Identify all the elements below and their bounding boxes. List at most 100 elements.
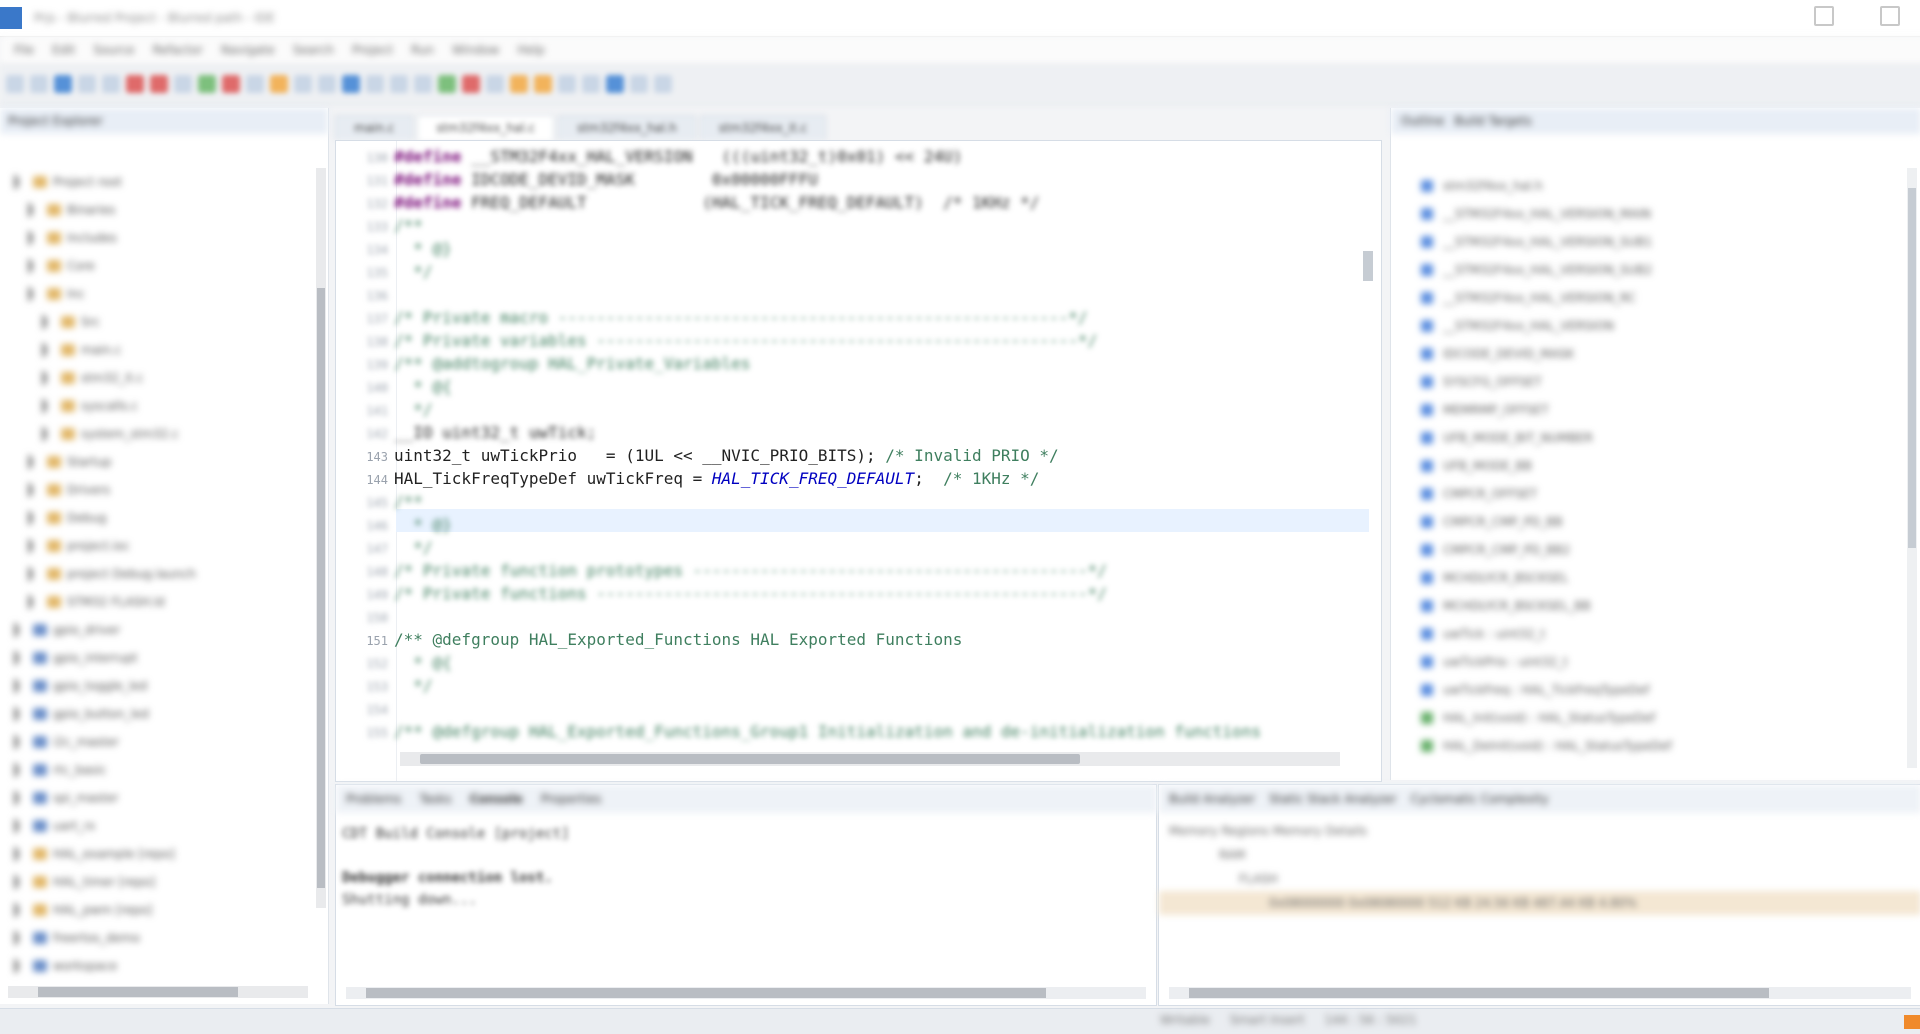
outline-item[interactable]: __STM32F4xx_HAL_VERSION_SUB1 [1421, 228, 1672, 256]
tree-item[interactable]: Inc [0, 280, 312, 308]
outline-item[interactable]: SYSCFG_OFFSET [1421, 368, 1672, 396]
expand-arrow-icon[interactable] [28, 454, 41, 470]
console-tab[interactable]: Tasks [419, 792, 451, 806]
expand-arrow-icon[interactable] [14, 930, 27, 946]
console-tab[interactable]: Console [469, 792, 522, 806]
expand-arrow-icon[interactable] [14, 902, 27, 918]
tree-item[interactable]: Project root [0, 168, 312, 196]
notification-icon[interactable] [1904, 1015, 1920, 1029]
editor-tab[interactable]: stm32f4xx_hal.h [558, 115, 696, 140]
tree-item[interactable]: workspace [0, 952, 312, 980]
outline-item[interactable]: __STM32F4xx_HAL_VERSION_SUB2 [1421, 256, 1672, 284]
tree-item[interactable]: STM32 FLASH.ld [0, 588, 312, 616]
expand-arrow-icon[interactable] [28, 566, 41, 582]
expand-arrow-icon[interactable] [14, 678, 27, 694]
editor-tab[interactable]: stm32f4xx_hal.c [417, 115, 555, 140]
expand-arrow-icon[interactable] [42, 426, 55, 442]
console-horizontal-scrollbar[interactable] [346, 987, 1146, 999]
expand-arrow-icon[interactable] [42, 398, 55, 414]
tree-item[interactable]: Binaries [0, 196, 312, 224]
expand-arrow-icon[interactable] [14, 650, 27, 666]
tree-item[interactable]: Src [0, 308, 312, 336]
toolbar-button-icon[interactable] [342, 75, 360, 93]
analyzer-tab[interactable]: Cyclomatic Complexity [1411, 792, 1549, 806]
toolbar-button-icon[interactable] [246, 75, 264, 93]
toolbar-button-icon[interactable] [534, 75, 552, 93]
outline-item[interactable]: uwTick : uint32_t [1421, 620, 1672, 648]
build-analyzer-horizontal-scrollbar[interactable] [1169, 987, 1911, 999]
tree-item[interactable]: Includes [0, 224, 312, 252]
toolbar-button-icon[interactable] [78, 75, 96, 93]
tree-item[interactable]: Startup [0, 448, 312, 476]
toolbar-button-icon[interactable] [510, 75, 528, 93]
toolbar-button-icon[interactable] [174, 75, 192, 93]
code-editor[interactable]: 130 #define __STM32F4xx_HAL_VERSION (((ui… [335, 140, 1382, 782]
project-explorer-tab[interactable]: Project Explorer [0, 108, 328, 134]
outline-item[interactable]: UFB_MODE_BB [1421, 452, 1672, 480]
outline-item[interactable]: MEMRMP_OFFSET [1421, 396, 1672, 424]
outline-item[interactable]: uwTickPrio : uint32_t [1421, 648, 1672, 676]
expand-arrow-icon[interactable] [14, 734, 27, 750]
expand-arrow-icon[interactable] [14, 846, 27, 862]
toolbar-button-icon[interactable] [630, 75, 648, 93]
console-tab[interactable]: Problems [346, 792, 401, 806]
outline-item[interactable]: __STM32F4xx_HAL_VERSION_MAIN [1421, 200, 1672, 228]
expand-arrow-icon[interactable] [28, 482, 41, 498]
menu-item-run[interactable]: Run [411, 43, 434, 57]
tree-item[interactable]: Core [0, 252, 312, 280]
expand-arrow-icon[interactable] [14, 818, 27, 834]
outline-item[interactable]: MCHDLYCR_BSCKSEL_BB [1421, 592, 1672, 620]
tree-item[interactable]: HAL_example [repo] [0, 840, 312, 868]
tree-item[interactable]: rtc_basic [0, 756, 312, 784]
toolbar-button-icon[interactable] [318, 75, 336, 93]
tree-item[interactable]: project Debug.launch [0, 560, 312, 588]
code-text[interactable]: 130 #define __STM32F4xx_HAL_VERSION (((ui… [366, 145, 1341, 743]
outline-item[interactable]: UFB_MODE_BIT_NUMBER [1421, 424, 1672, 452]
menu-item-file[interactable]: File [14, 43, 34, 57]
tree-item[interactable]: HAL_timer [repo] [0, 868, 312, 896]
menu-item-search[interactable]: Search [293, 43, 334, 57]
tree-item[interactable]: Debug [0, 504, 312, 532]
outline-item[interactable]: HAL_DeInit(void) : HAL_StatusTypeDef [1421, 732, 1672, 760]
toolbar-button-icon[interactable] [486, 75, 504, 93]
toolbar-button-icon[interactable] [222, 75, 240, 93]
toolbar-button-icon[interactable] [102, 75, 120, 93]
tree-item[interactable]: project.ioc [0, 532, 312, 560]
tree-item[interactable]: syscalls.c [0, 392, 312, 420]
expand-arrow-icon[interactable] [28, 286, 41, 302]
expand-arrow-icon[interactable] [14, 174, 27, 190]
tree-item[interactable]: gpio_button_led [0, 700, 312, 728]
build-targets-tab[interactable]: Build Targets [1454, 114, 1531, 128]
toolbar-button-icon[interactable] [6, 75, 24, 93]
outline-item[interactable]: __STM32F4xx_HAL_VERSION_RC [1421, 284, 1672, 312]
outline-item[interactable]: CMPCR_CMP_PD_BB [1421, 508, 1672, 536]
outline-item[interactable]: IDCODE_DEVID_MASK [1421, 340, 1672, 368]
outline-item[interactable]: __STM32F4xx_HAL_VERSION [1421, 312, 1672, 340]
tree-item[interactable]: stm32_it.c [0, 364, 312, 392]
outline-vertical-scrollbar[interactable] [1907, 168, 1917, 768]
expand-arrow-icon[interactable] [14, 790, 27, 806]
expand-arrow-icon[interactable] [28, 594, 41, 610]
toolbar-button-icon[interactable] [270, 75, 288, 93]
toolbar-button-icon[interactable] [150, 75, 168, 93]
toolbar-button-icon[interactable] [126, 75, 144, 93]
editor-tab[interactable]: main.c [335, 115, 414, 140]
editor-tab[interactable]: stm32f4xx_it.c [699, 115, 827, 140]
analyzer-row[interactable]: 0x08000000 0x08080000 512 KB 24.56 KB 48… [1159, 891, 1920, 915]
tree-item[interactable]: Drivers [0, 476, 312, 504]
expand-arrow-icon[interactable] [42, 370, 55, 386]
outline-item[interactable]: uwTickFreq : HAL_TickFreqTypeDef [1421, 676, 1672, 704]
toolbar-button-icon[interactable] [198, 75, 216, 93]
expand-arrow-icon[interactable] [14, 706, 27, 722]
menu-item-source[interactable]: Source [93, 43, 134, 57]
restore-icon[interactable] [1814, 6, 1834, 26]
left-vertical-scrollbar[interactable] [316, 168, 326, 908]
toolbar-button-icon[interactable] [390, 75, 408, 93]
menu-item-project[interactable]: Project [352, 43, 393, 57]
analyzer-row[interactable]: RAM [1159, 843, 1920, 867]
close-icon[interactable] [1880, 6, 1900, 26]
outline-item[interactable]: CMPCR_CMP_PD_BB2 [1421, 536, 1672, 564]
tree-item[interactable]: freertos_demo [0, 924, 312, 952]
toolbar-button-icon[interactable] [462, 75, 480, 93]
outline-tab[interactable]: Outline [1401, 114, 1444, 128]
